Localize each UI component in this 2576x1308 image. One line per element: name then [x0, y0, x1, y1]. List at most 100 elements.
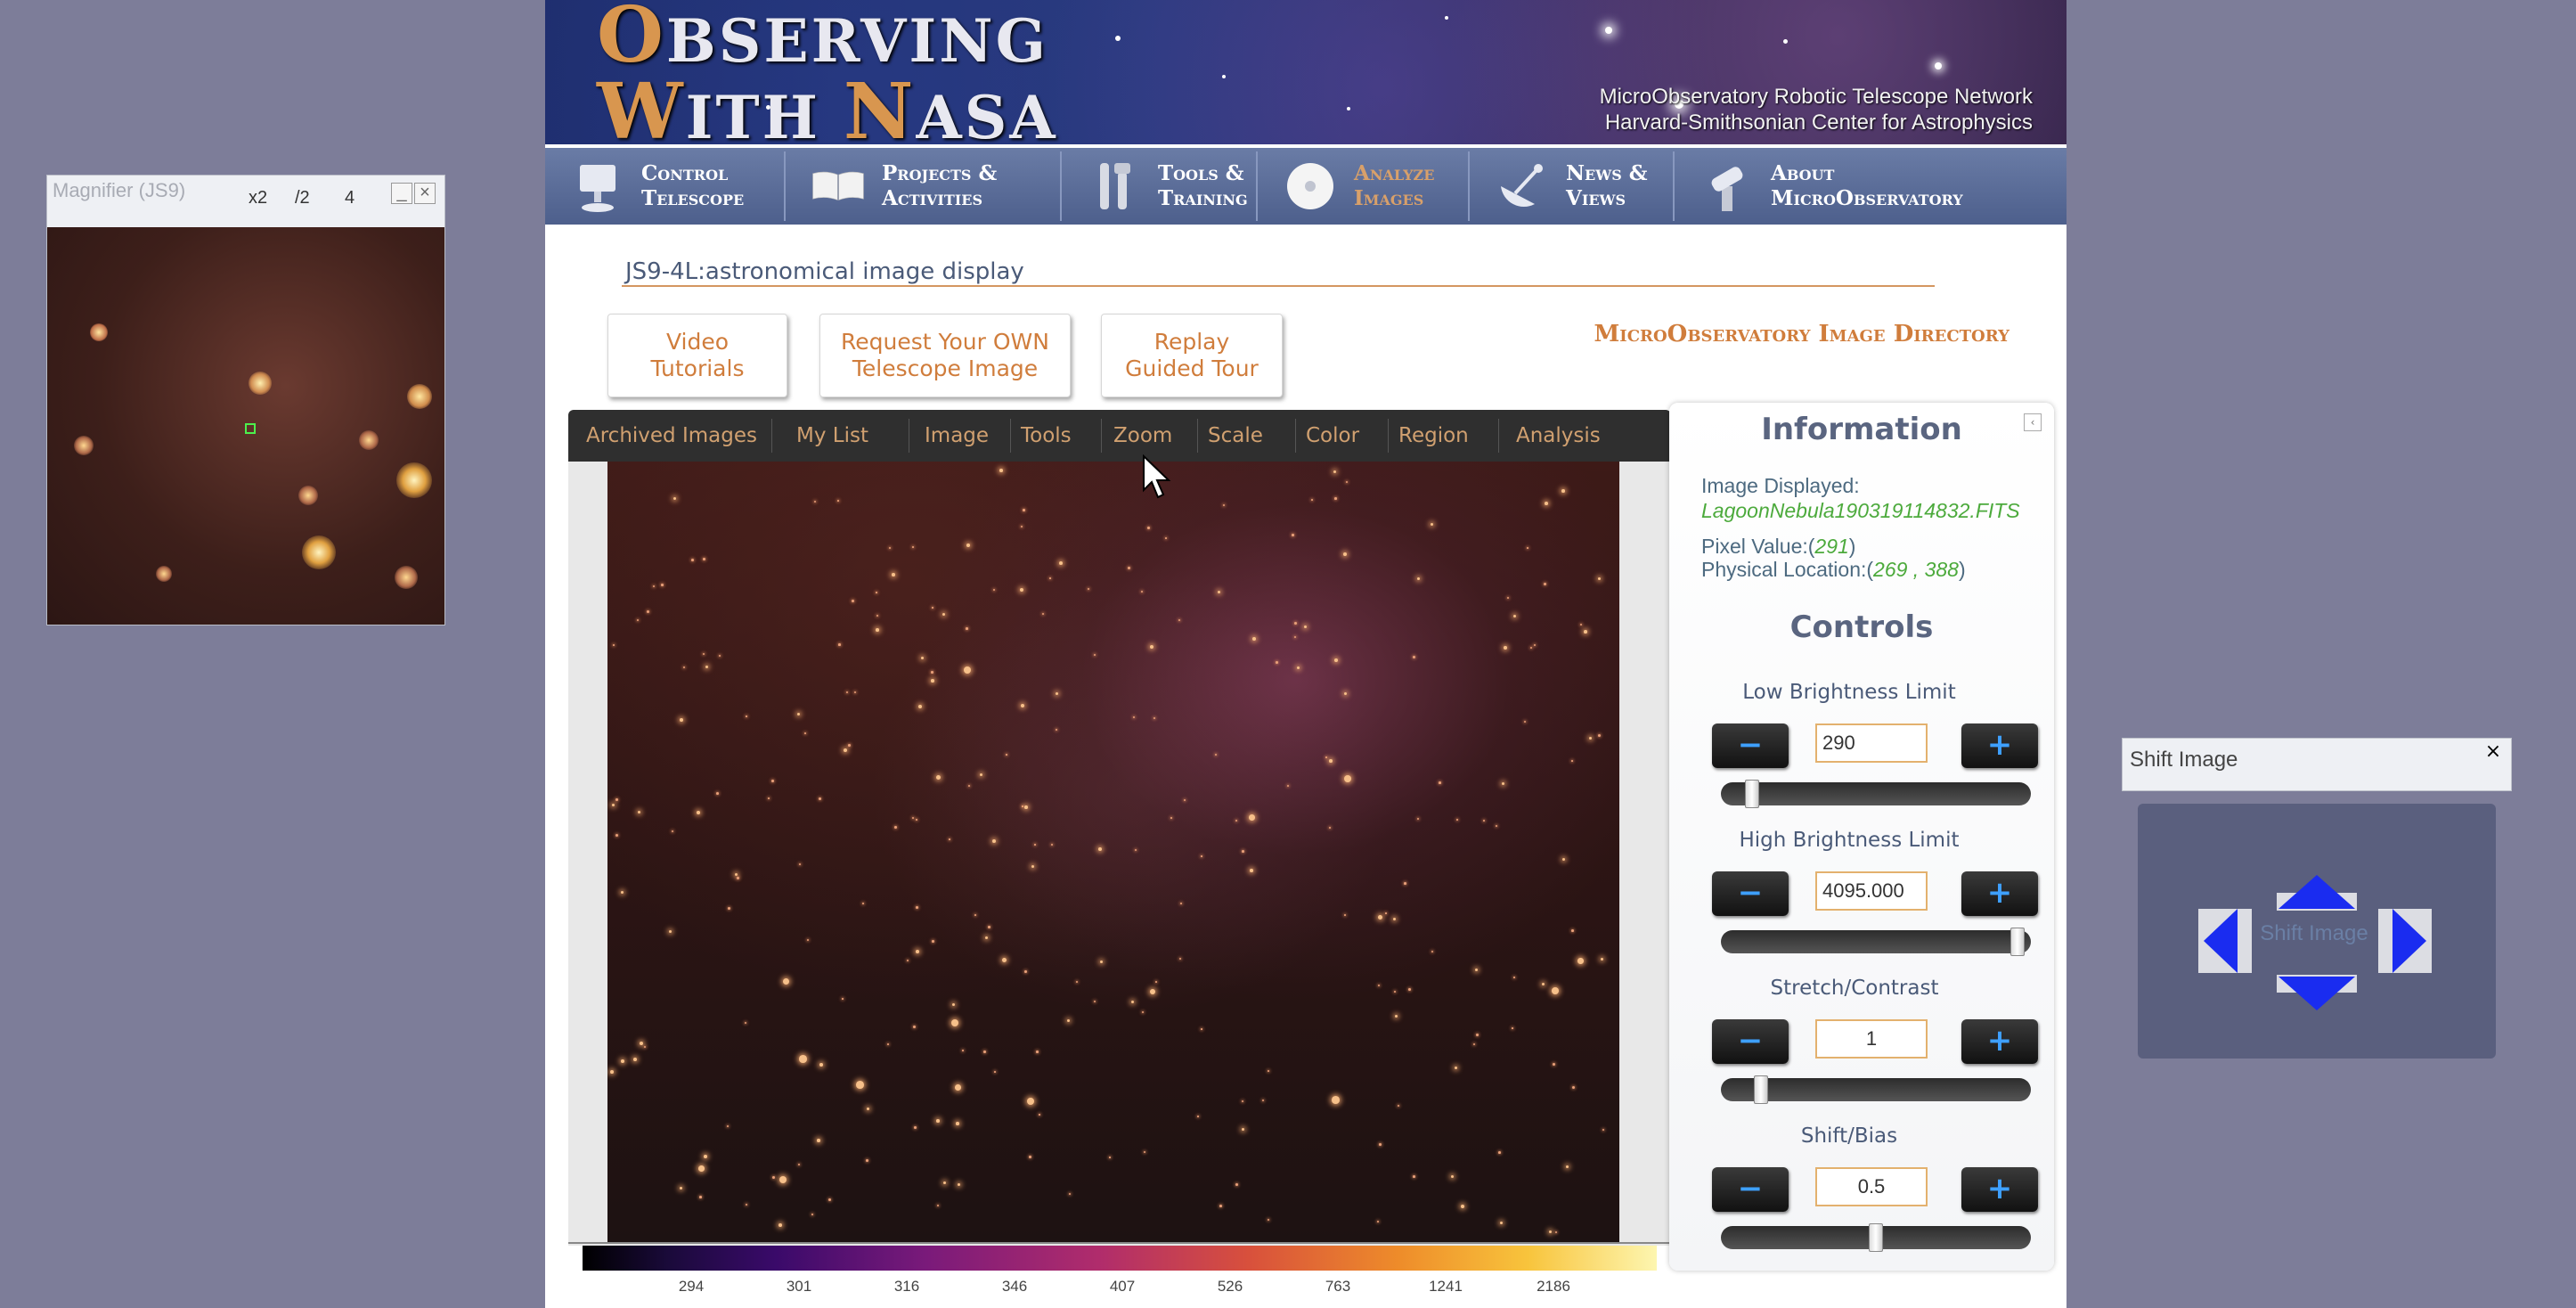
- star-point: [1020, 588, 1023, 592]
- star-point: [828, 1198, 831, 1201]
- magnifier-zoom-4-button[interactable]: 4: [345, 188, 355, 208]
- menu-image[interactable]: Image: [925, 410, 989, 462]
- slider-thumb[interactable]: [1745, 780, 1759, 808]
- menu-archived-images[interactable]: Archived Images: [586, 410, 757, 462]
- star-point: [1498, 1151, 1501, 1154]
- star-point: [783, 978, 790, 985]
- low-brightness-input[interactable]: [1815, 723, 1928, 763]
- star-point: [804, 732, 806, 734]
- bias-plus-button[interactable]: +: [1961, 1167, 2038, 1212]
- menu-region[interactable]: Region: [1398, 410, 1469, 462]
- bias-minus-button[interactable]: −: [1712, 1167, 1789, 1212]
- low-brightness-plus-button[interactable]: +: [1961, 723, 2038, 768]
- star-point: [1473, 1043, 1476, 1046]
- star-point: [1417, 577, 1421, 581]
- bias-input[interactable]: [1815, 1167, 1928, 1206]
- star-point: [798, 1164, 801, 1166]
- nav-item-tools-training[interactable]: Tools & Training: [1062, 151, 1258, 221]
- magnifier-cursor-box: [245, 423, 256, 434]
- menu-color[interactable]: Color: [1306, 410, 1359, 462]
- low-brightness-minus-button[interactable]: −: [1712, 723, 1789, 768]
- star-point: [1218, 591, 1221, 594]
- star-point: [1215, 754, 1218, 756]
- stretch-slider[interactable]: [1721, 1075, 2031, 1104]
- star-point: [866, 1159, 868, 1162]
- stretch-minus-button[interactable]: −: [1712, 1019, 1789, 1064]
- nav-item-projects-activities[interactable]: Projects & Activities: [786, 151, 1062, 221]
- star-point: [1334, 658, 1338, 662]
- star-point: [1552, 987, 1559, 994]
- slider-thumb[interactable]: [2010, 928, 2025, 956]
- star-point: [1135, 849, 1137, 852]
- menu-scale[interactable]: Scale: [1208, 410, 1263, 462]
- star-point: [1513, 615, 1517, 618]
- pixel-value-readout: Pixel Value:(291): [1701, 535, 1856, 558]
- slider-thumb[interactable]: [1869, 1223, 1883, 1252]
- bias-slider[interactable]: [1721, 1223, 2031, 1252]
- low-brightness-slider[interactable]: [1721, 780, 2031, 808]
- star-point: [703, 558, 705, 560]
- star-point: [1250, 869, 1253, 872]
- star-point: [673, 497, 677, 501]
- star-point: [936, 775, 942, 781]
- star-point: [811, 1214, 813, 1215]
- star-point: [1461, 1205, 1464, 1208]
- star-point: [966, 544, 970, 547]
- video-tutorials-button[interactable]: Video Tutorials: [607, 314, 787, 397]
- js9-image-canvas[interactable]: [607, 462, 1619, 1242]
- star-point: [1512, 1027, 1513, 1029]
- high-brightness-input[interactable]: [1815, 871, 1928, 911]
- star-point: [1504, 646, 1507, 650]
- star-point: [1413, 1175, 1415, 1178]
- nav-item-news-views[interactable]: News & Views: [1470, 151, 1675, 221]
- star-point: [842, 998, 844, 1000]
- menu-analysis[interactable]: Analysis: [1516, 410, 1601, 462]
- high-brightness-slider[interactable]: [1721, 928, 2031, 956]
- high-brightness-plus-button[interactable]: +: [1961, 871, 2038, 916]
- stretch-input[interactable]: [1815, 1019, 1928, 1059]
- panel-collapse-icon[interactable]: ‹: [2024, 413, 2042, 431]
- image-directory-link[interactable]: MicroObservatory Image Directory: [1594, 321, 2010, 347]
- star-point: [727, 1125, 730, 1128]
- slider-thumb[interactable]: [1754, 1075, 1768, 1104]
- title-divider: [622, 285, 1935, 287]
- menu-my-list[interactable]: My List: [796, 410, 868, 462]
- magnifier-close-button[interactable]: ×: [414, 183, 436, 204]
- star-point: [653, 585, 656, 588]
- shift-up-arrow-icon[interactable]: [2277, 873, 2357, 914]
- star-point: [1580, 624, 1583, 626]
- star-point: [621, 891, 624, 894]
- star-point: [1379, 1143, 1382, 1146]
- magnifier-zoom-half-button[interactable]: /2: [295, 188, 310, 208]
- physical-location-readout: Physical Location:(269 , 388): [1701, 558, 1966, 581]
- shift-down-arrow-icon[interactable]: [2277, 975, 2357, 1016]
- star-point: [985, 936, 989, 940]
- star-point: [819, 1063, 823, 1067]
- nav-item-control-telescope[interactable]: Control Telescope: [545, 151, 786, 221]
- magnifier-zoom-x2-button[interactable]: x2: [249, 188, 267, 208]
- high-brightness-label: High Brightness Limit: [1739, 829, 1960, 852]
- site-title[interactable]: OBSERVING WITH NASA: [597, 0, 1096, 144]
- request-telescope-image-button[interactable]: Request Your OWN Telescope Image: [819, 314, 1071, 397]
- replay-guided-tour-button[interactable]: Replay Guided Tour: [1101, 314, 1283, 397]
- star-point: [892, 573, 895, 576]
- nav-item-about[interactable]: About MicroObservatory: [1675, 151, 1977, 221]
- star-point: [1242, 1100, 1244, 1103]
- stretch-plus-button[interactable]: +: [1961, 1019, 2038, 1064]
- star-point: [1562, 858, 1566, 862]
- nav-item-analyze-images[interactable]: Analyze Images: [1258, 151, 1470, 221]
- menu-tools[interactable]: Tools: [1021, 410, 1072, 462]
- star-point: [1262, 1100, 1265, 1102]
- star-point: [1589, 737, 1593, 740]
- star-point: [983, 1050, 986, 1053]
- colorbar-tick: 763: [1325, 1278, 1351, 1295]
- high-brightness-minus-button[interactable]: −: [1712, 871, 1789, 916]
- star-point: [1069, 1193, 1072, 1196]
- magnifier-minimize-button[interactable]: _: [391, 183, 412, 204]
- star-point: [1039, 1114, 1040, 1116]
- star-point: [1431, 951, 1434, 953]
- shift-image-close-button[interactable]: ×: [2484, 742, 2502, 762]
- low-brightness-label: Low Brightness Limit: [1742, 681, 1956, 704]
- information-heading: Information: [1761, 412, 1962, 447]
- star-point: [1524, 721, 1526, 723]
